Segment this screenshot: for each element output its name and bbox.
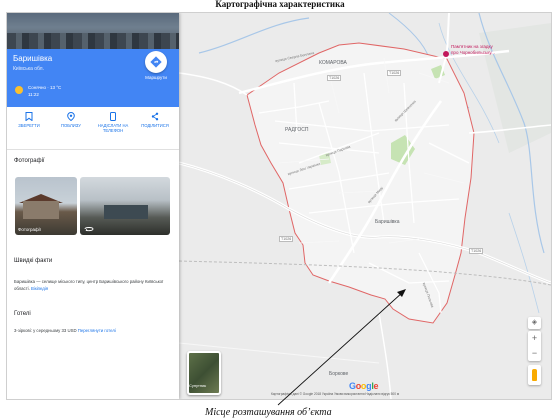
quick-facts-title: Швидкі факти <box>14 258 53 264</box>
view-hotels-link[interactable]: Переглянути готелі <box>78 328 116 333</box>
street-view-rotate-icon <box>84 227 94 232</box>
zoom-out-button[interactable]: − <box>528 346 541 361</box>
compass-control[interactable]: ◈ <box>528 317 541 329</box>
pegman-icon <box>532 369 537 381</box>
place-info-panel: Баришівка Київська обл. Сонячно · 13 °C … <box>7 13 179 399</box>
bookmark-icon <box>25 112 33 121</box>
zoom-in-button[interactable]: + <box>528 331 541 346</box>
street-view-thumbnail[interactable] <box>80 177 170 235</box>
place-name: Баришівка <box>13 54 53 63</box>
wikipedia-link[interactable]: Вікіпедія <box>31 286 48 291</box>
hotels-info: 3-зіркові: у середньому 33 USD Перегляну… <box>14 328 116 333</box>
road-label-t1026-north: Т1026 <box>327 75 342 81</box>
sun-icon <box>15 86 23 94</box>
directions-button[interactable] <box>145 51 167 73</box>
satellite-toggle[interactable] <box>187 351 221 395</box>
hotels-title: Готелі <box>14 311 31 317</box>
place-hero-photo[interactable] <box>7 13 179 49</box>
poi-label[interactable]: Пам’ятник на згадку про Чорнобильську... <box>451 44 495 56</box>
action-bar: ЗБЕРЕГТИ ПОБЛИЗУ НАДІСЛАТИ НА ТЕЛЕФОН ПО… <box>7 107 179 150</box>
poi-marker[interactable] <box>443 51 449 57</box>
maps-window: Баришівка Київська обл. Сонячно · 13 °C … <box>6 12 552 400</box>
location-caption: Місце розташування об’єкта <box>205 407 332 418</box>
road-label-t1026-east: Т1026 <box>469 248 484 254</box>
satellite-label: Супутник <box>189 383 207 388</box>
share-button[interactable]: ПОДІЛИТИСЯ <box>137 112 173 128</box>
poi-label-text: Пам’ятник на згадку про Чорнобильську... <box>451 44 495 55</box>
send-to-phone-icon <box>110 112 116 121</box>
road-label-t1026-west: Т1026 <box>279 236 294 242</box>
district-label-komarova: КОМАРОВА <box>319 60 347 66</box>
share-label: ПОДІЛИТИСЯ <box>141 123 169 128</box>
compass-icon: ◈ <box>531 319 538 326</box>
zoom-control: + − <box>528 331 541 361</box>
photos-thumbnail[interactable]: Фотографії <box>15 177 77 235</box>
share-icon <box>151 112 159 121</box>
google-logo: Google <box>349 381 379 391</box>
weather-time: 11:22 <box>28 92 39 97</box>
quick-facts-text: Баришівка — селище міського типу, центр … <box>14 279 174 292</box>
district-label-borkove: Боркове <box>329 371 349 377</box>
hotels-text: 3-зіркові: у середньому 33 USD <box>14 328 77 333</box>
document-title: Картографічна характеристика <box>215 0 345 9</box>
nearby-label: ПОБЛИЗУ <box>61 123 81 128</box>
map-attribution[interactable]: Картографічні дані © Google 2018 Україна… <box>271 392 551 396</box>
send-to-phone-label: НАДІСЛАТИ НА ТЕЛЕФОН <box>97 123 129 133</box>
street-view-pegman[interactable] <box>528 365 541 385</box>
save-button[interactable]: ЗБЕРЕГТИ <box>11 112 47 128</box>
map-graphics <box>179 13 551 399</box>
photos-section-title: Фотографії <box>14 158 45 164</box>
save-label: ЗБЕРЕГТИ <box>18 123 40 128</box>
road-label-t1026-center: Т1026 <box>387 70 402 76</box>
nearby-button[interactable]: ПОБЛИЗУ <box>53 112 89 128</box>
map-canvas[interactable]: КОМАРОВА РАДГОСП Баришівка Боркове Пам’я… <box>179 13 551 399</box>
directions-icon <box>150 56 162 68</box>
nearby-pin-icon <box>67 112 75 121</box>
district-label-baryshivka: Баришівка <box>375 219 400 225</box>
directions-label: Маршрути <box>145 75 167 80</box>
weather-text: Сонячно · 13 °C <box>28 85 62 90</box>
place-header: Баришівка Київська обл. Сонячно · 13 °C … <box>7 49 179 107</box>
place-region: Київська обл. <box>13 66 44 72</box>
send-to-phone-button[interactable]: НАДІСЛАТИ НА ТЕЛЕФОН <box>95 112 131 133</box>
photos-thumbnail-label: Фотографії <box>18 227 41 232</box>
district-label-radgosp: РАДГОСП <box>285 127 309 133</box>
